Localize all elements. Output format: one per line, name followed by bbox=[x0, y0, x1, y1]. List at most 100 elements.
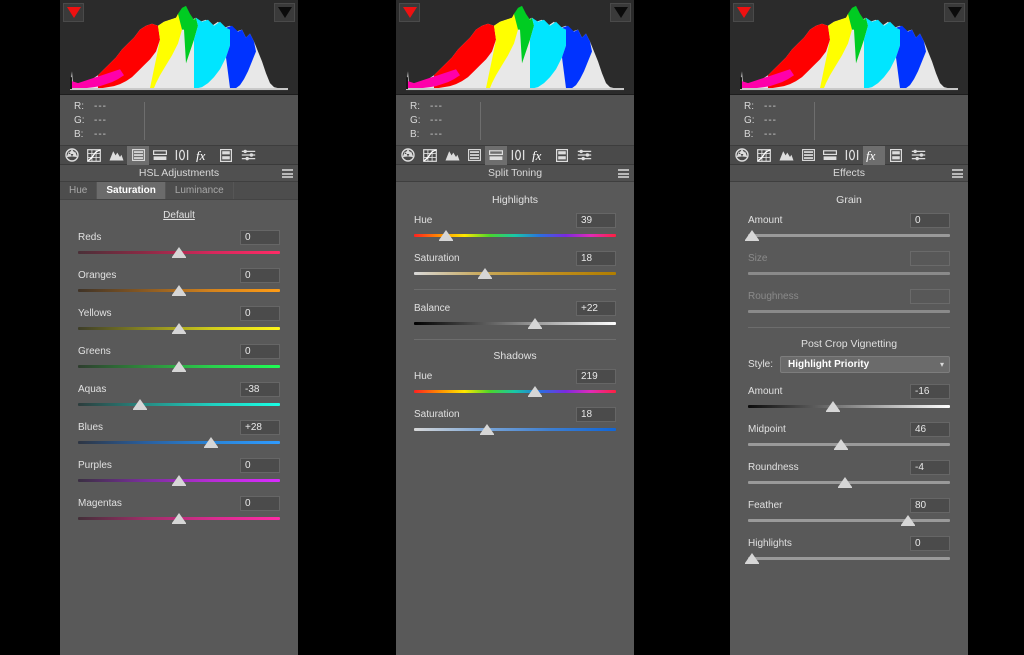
highlight-clipping-button[interactable] bbox=[944, 3, 965, 22]
highlight-clipping-button[interactable] bbox=[610, 3, 631, 22]
panel-menu-icon[interactable] bbox=[618, 169, 629, 178]
tab-hue[interactable]: Hue bbox=[60, 182, 98, 199]
slider-blues-track[interactable] bbox=[78, 441, 280, 444]
slider-magentas-value[interactable]: 0 bbox=[240, 495, 280, 511]
shadow-clipping-button[interactable] bbox=[63, 3, 84, 22]
slider-balance-thumb[interactable] bbox=[528, 318, 543, 329]
slider-grain-size-value[interactable] bbox=[910, 250, 950, 266]
slider-balance-track[interactable] bbox=[414, 322, 616, 325]
slider-vignette-feather-value[interactable]: 80 bbox=[910, 497, 950, 513]
hsl-adjustments-icon[interactable] bbox=[797, 146, 819, 165]
highlight-clipping-button[interactable] bbox=[274, 3, 295, 22]
slider-aquas-track[interactable] bbox=[78, 403, 280, 406]
slider-highlights-saturation-track-wrap[interactable] bbox=[414, 268, 616, 279]
slider-purples-value[interactable]: 0 bbox=[240, 457, 280, 473]
lens-corrections-icon[interactable] bbox=[841, 146, 863, 165]
slider-vignette-feather-track-wrap[interactable] bbox=[748, 515, 950, 526]
slider-grain-size-track[interactable] bbox=[748, 272, 950, 275]
slider-vignette-midpoint-track[interactable] bbox=[748, 443, 950, 446]
presets-sliders-icon[interactable] bbox=[907, 146, 929, 165]
slider-vignette-amount-track[interactable] bbox=[748, 405, 950, 408]
slider-vignette-amount-track-wrap[interactable] bbox=[748, 401, 950, 412]
presets-sliders-icon[interactable] bbox=[237, 146, 259, 165]
slider-vignette-feather-track[interactable] bbox=[748, 519, 950, 522]
tone-curve-icon[interactable] bbox=[419, 146, 441, 165]
split-toning-icon[interactable] bbox=[819, 146, 841, 165]
slider-yellows-track-wrap[interactable] bbox=[78, 323, 280, 334]
basic-aperture-icon[interactable] bbox=[61, 146, 83, 165]
effects-fx-icon[interactable]: fx bbox=[529, 146, 551, 165]
panel-menu-icon[interactable] bbox=[952, 169, 963, 178]
tone-curve-icon[interactable] bbox=[83, 146, 105, 165]
slider-grain-amount-thumb[interactable] bbox=[745, 230, 760, 241]
slider-vignette-midpoint-thumb[interactable] bbox=[833, 439, 848, 450]
style-dropdown[interactable]: Highlight Priority ▾ bbox=[780, 356, 950, 373]
slider-reds-thumb[interactable] bbox=[172, 247, 186, 258]
slider-shadows-hue-value[interactable]: 219 bbox=[576, 368, 616, 384]
slider-reds-track-wrap[interactable] bbox=[78, 247, 280, 258]
presets-sliders-icon[interactable] bbox=[573, 146, 595, 165]
split-toning-icon[interactable] bbox=[149, 146, 171, 165]
slider-reds-value[interactable]: 0 bbox=[240, 229, 280, 245]
detail-mountain-icon[interactable] bbox=[775, 146, 797, 165]
shadow-clipping-button[interactable] bbox=[399, 3, 420, 22]
slider-balance-track-wrap[interactable] bbox=[414, 318, 616, 329]
slider-purples-track-wrap[interactable] bbox=[78, 475, 280, 486]
basic-aperture-icon[interactable] bbox=[397, 146, 419, 165]
slider-greens-track-wrap[interactable] bbox=[78, 361, 280, 372]
slider-vignette-midpoint-track-wrap[interactable] bbox=[748, 439, 950, 450]
slider-vignette-amount-thumb[interactable] bbox=[825, 401, 840, 412]
slider-vignette-highlights-track-wrap[interactable] bbox=[745, 553, 950, 564]
slider-yellows-thumb[interactable] bbox=[172, 323, 186, 334]
histogram-hsl[interactable] bbox=[60, 0, 298, 95]
slider-highlights-hue-thumb[interactable] bbox=[439, 230, 454, 241]
slider-shadows-hue-track[interactable] bbox=[414, 390, 616, 393]
hsl-adjustments-icon[interactable] bbox=[463, 146, 485, 165]
slider-highlights-saturation-value[interactable]: 18 bbox=[576, 250, 616, 266]
hsl-default-button[interactable]: Default bbox=[60, 210, 298, 221]
histogram-effects[interactable] bbox=[730, 0, 968, 95]
slider-vignette-roundness-track-wrap[interactable] bbox=[748, 477, 950, 488]
panel-menu-icon[interactable] bbox=[282, 169, 293, 178]
slider-highlights-saturation-thumb[interactable] bbox=[477, 268, 492, 279]
slider-magentas-thumb[interactable] bbox=[172, 513, 186, 524]
tab-luminance[interactable]: Luminance bbox=[166, 182, 234, 199]
camera-calibration-icon[interactable] bbox=[885, 146, 907, 165]
slider-oranges-value[interactable]: 0 bbox=[240, 267, 280, 283]
slider-blues-value[interactable]: +28 bbox=[240, 419, 280, 435]
lens-corrections-icon[interactable] bbox=[507, 146, 529, 165]
detail-mountain-icon[interactable] bbox=[105, 146, 127, 165]
slider-oranges-thumb[interactable] bbox=[172, 285, 186, 296]
slider-aquas-thumb[interactable] bbox=[132, 399, 147, 410]
slider-shadows-saturation-thumb[interactable] bbox=[479, 424, 494, 435]
slider-oranges-track-wrap[interactable] bbox=[78, 285, 280, 296]
camera-calibration-icon[interactable] bbox=[215, 146, 237, 165]
hsl-adjustments-icon[interactable] bbox=[127, 145, 149, 165]
slider-highlights-hue-value[interactable]: 39 bbox=[576, 212, 616, 228]
tab-saturation[interactable]: Saturation bbox=[97, 182, 166, 199]
slider-aquas-value[interactable]: -38 bbox=[240, 381, 280, 397]
slider-grain-amount-value[interactable]: 0 bbox=[910, 212, 950, 228]
slider-aquas-track-wrap[interactable] bbox=[78, 399, 280, 410]
slider-magentas-track-wrap[interactable] bbox=[78, 513, 280, 524]
slider-balance-value[interactable]: +22 bbox=[576, 300, 616, 316]
slider-greens-thumb[interactable] bbox=[172, 361, 186, 372]
slider-grain-size-track-wrap[interactable] bbox=[748, 268, 950, 279]
slider-shadows-saturation-track-wrap[interactable] bbox=[414, 424, 616, 435]
shadow-clipping-button[interactable] bbox=[733, 3, 754, 22]
slider-vignette-roundness-value[interactable]: -4 bbox=[910, 459, 950, 475]
slider-grain-amount-track[interactable] bbox=[748, 234, 950, 237]
slider-purples-thumb[interactable] bbox=[172, 475, 186, 486]
slider-highlights-saturation-track[interactable] bbox=[414, 272, 616, 275]
camera-calibration-icon[interactable] bbox=[551, 146, 573, 165]
slider-vignette-roundness-thumb[interactable] bbox=[837, 477, 852, 488]
slider-highlights-hue-track-wrap[interactable] bbox=[414, 230, 616, 241]
effects-fx-icon[interactable]: fx bbox=[193, 146, 215, 165]
slider-vignette-amount-value[interactable]: -16 bbox=[910, 383, 950, 399]
tone-curve-icon[interactable] bbox=[753, 146, 775, 165]
histogram-split[interactable] bbox=[396, 0, 634, 95]
slider-blues-thumb[interactable] bbox=[204, 437, 219, 448]
slider-blues-track-wrap[interactable] bbox=[78, 437, 280, 448]
basic-aperture-icon[interactable] bbox=[731, 146, 753, 165]
slider-vignette-highlights-thumb[interactable] bbox=[745, 553, 760, 564]
